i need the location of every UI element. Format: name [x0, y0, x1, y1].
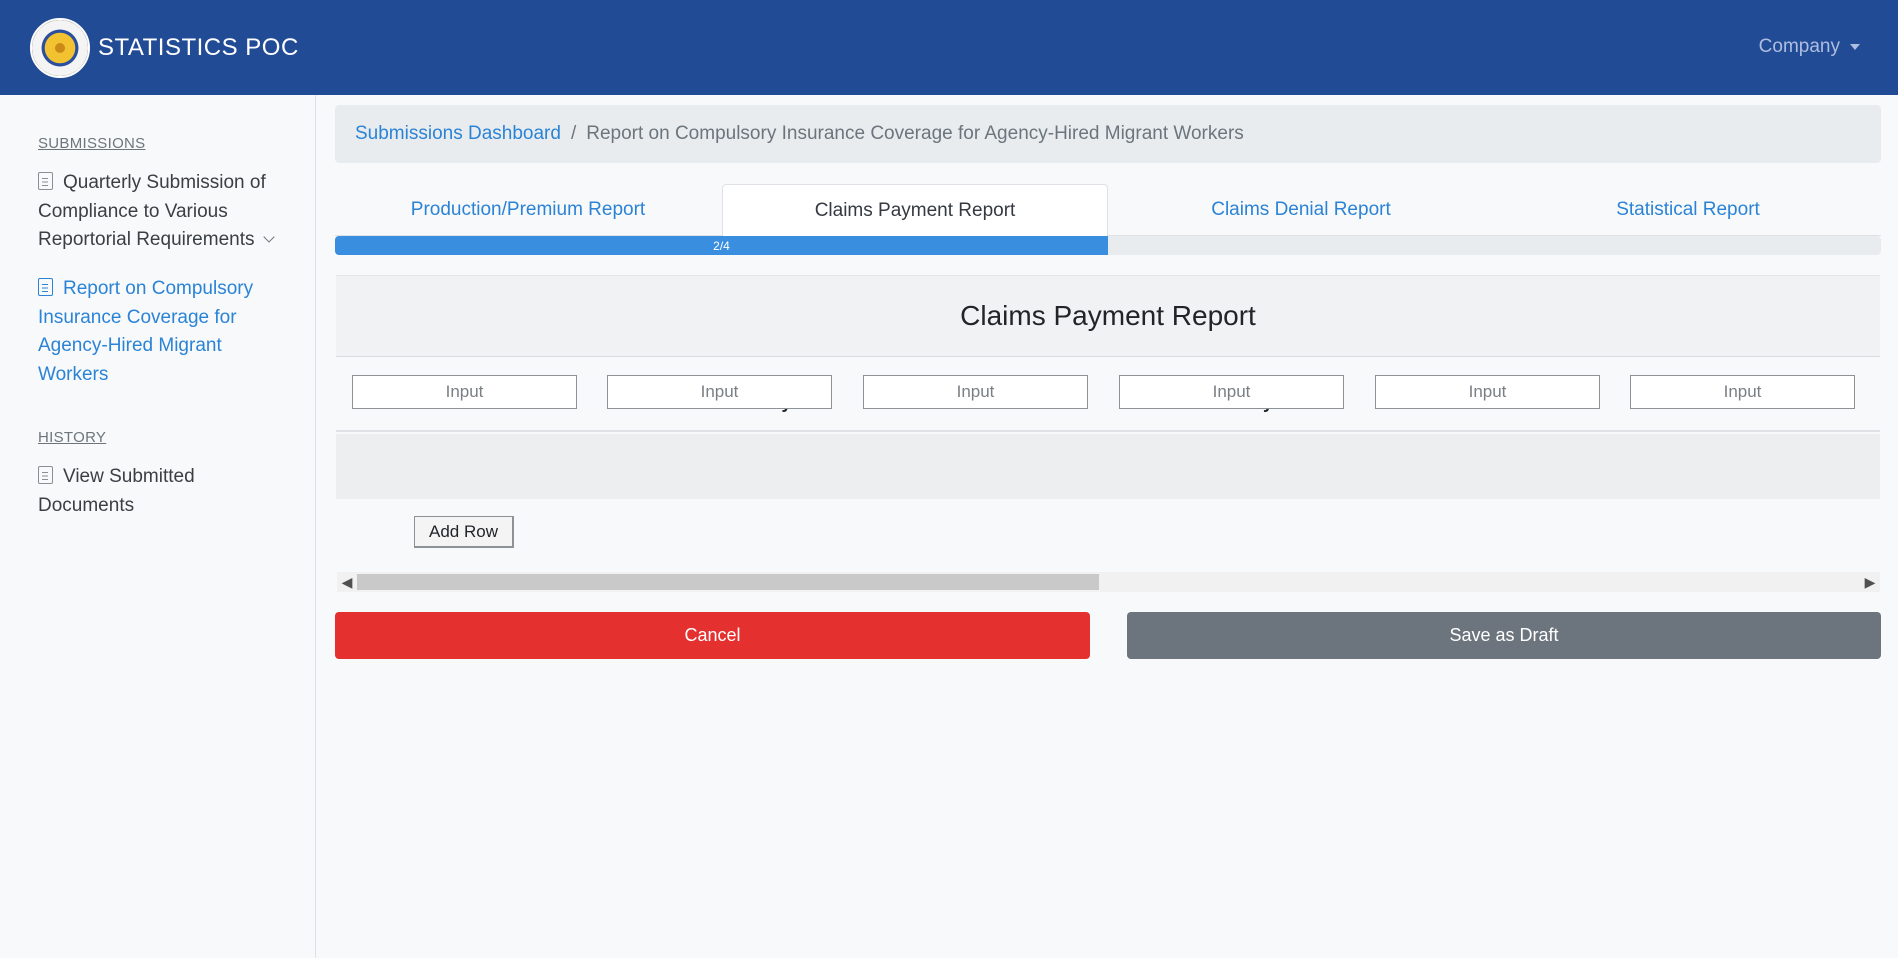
brand[interactable]: STATISTICS POC	[30, 18, 299, 78]
beneficiary-name-input[interactable]	[607, 375, 832, 409]
sidebar-item-view-submitted[interactable]: View Submitted Documents	[38, 463, 278, 520]
seal-logo	[30, 18, 90, 78]
sidebar-section-submissions: SUBMISSIONS	[38, 135, 146, 152]
form-title: Claims Payment Report	[336, 275, 1880, 357]
sidebar-section-history: HISTORY	[38, 429, 107, 446]
table-row	[336, 434, 1880, 499]
scrollbar-thumb[interactable]	[357, 574, 1099, 590]
save-draft-button[interactable]: Save as Draft	[1127, 612, 1881, 659]
assured-input[interactable]	[863, 375, 1088, 409]
cancel-button[interactable]: Cancel	[335, 612, 1090, 659]
tab-statistical[interactable]: Statistical Report	[1495, 184, 1881, 236]
scroll-right-icon[interactable]: ▶	[1860, 572, 1880, 592]
company-dropdown-label: Company	[1758, 36, 1840, 57]
report-tabs: Production/Premium Report Claims Payment…	[335, 184, 1881, 237]
top-navbar: STATISTICS POC Company	[0, 0, 1898, 95]
sidebar-item-label: Report on Compulsory Insurance Coverage …	[38, 278, 254, 385]
breadcrumb-home-link[interactable]: Submissions Dashboard	[355, 123, 561, 145]
tab-claims-payment[interactable]: Claims Payment Report	[722, 184, 1108, 237]
coi-number-input[interactable]	[1375, 375, 1600, 409]
master-policy-input[interactable]	[1119, 375, 1344, 409]
chevron-down-icon[interactable]	[262, 231, 275, 243]
step-progress-bar: 2/4	[335, 236, 1108, 255]
add-row-button[interactable]: Add Row	[414, 516, 514, 548]
sidebar-item-quarterly-submission[interactable]: Quarterly Submission of Compliance to Va…	[38, 169, 278, 255]
step-progress: 2/4	[335, 236, 1881, 255]
breadcrumb-current: Report on Compulsory Insurance Coverage …	[586, 123, 1244, 144]
tab-claims-denial[interactable]: Claims Denial Report	[1108, 184, 1494, 236]
tab-production-premium[interactable]: Production/Premium Report	[335, 184, 721, 236]
date-claim-filed-input[interactable]	[1630, 375, 1855, 409]
document-icon	[38, 172, 53, 190]
sidebar-item-compulsory-insurance[interactable]: Report on Compulsory Insurance Coverage …	[38, 275, 278, 389]
ofw-name-input[interactable]	[352, 375, 577, 409]
sidebar-item-label: Quarterly Submission of Compliance to Va…	[38, 172, 266, 250]
company-dropdown[interactable]: Company	[1759, 36, 1860, 58]
breadcrumb-separator: /	[570, 123, 577, 144]
brand-title: STATISTICS POC	[98, 34, 299, 61]
caret-down-icon	[1850, 44, 1860, 50]
scroll-left-icon[interactable]: ◀	[337, 572, 357, 592]
sidebar: SUBMISSIONS Quarterly Submission of Comp…	[0, 95, 316, 958]
sidebar-item-label: View Submitted Documents	[38, 466, 195, 516]
document-icon	[38, 278, 53, 296]
horizontal-scrollbar[interactable]: ◀ ▶	[337, 572, 1880, 592]
breadcrumb: Submissions Dashboard / Report on Compul…	[335, 105, 1881, 163]
document-icon	[38, 466, 53, 484]
